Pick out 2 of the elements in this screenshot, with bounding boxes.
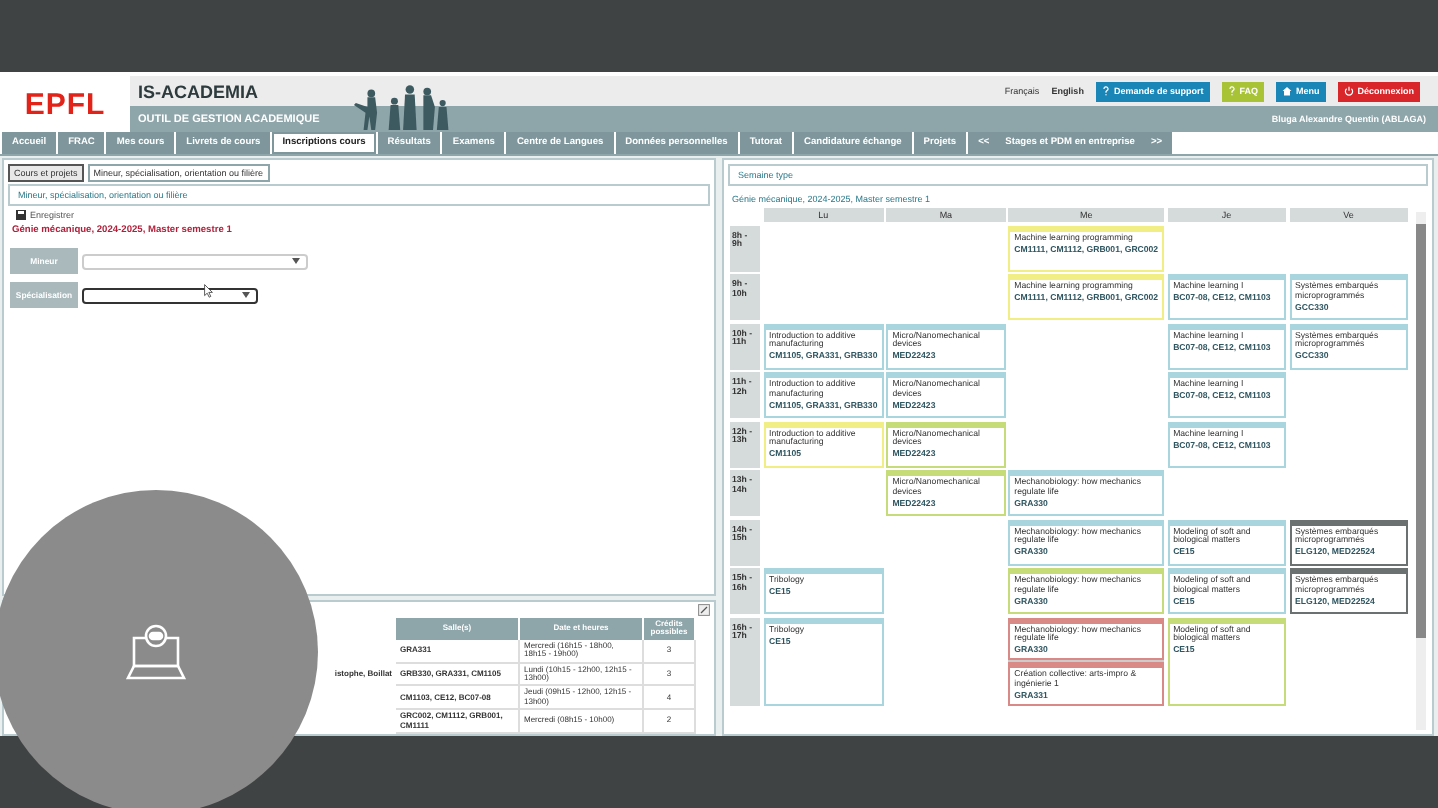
app-title: IS-ACADEMIA <box>138 81 260 101</box>
logo: EPFL <box>22 85 108 125</box>
